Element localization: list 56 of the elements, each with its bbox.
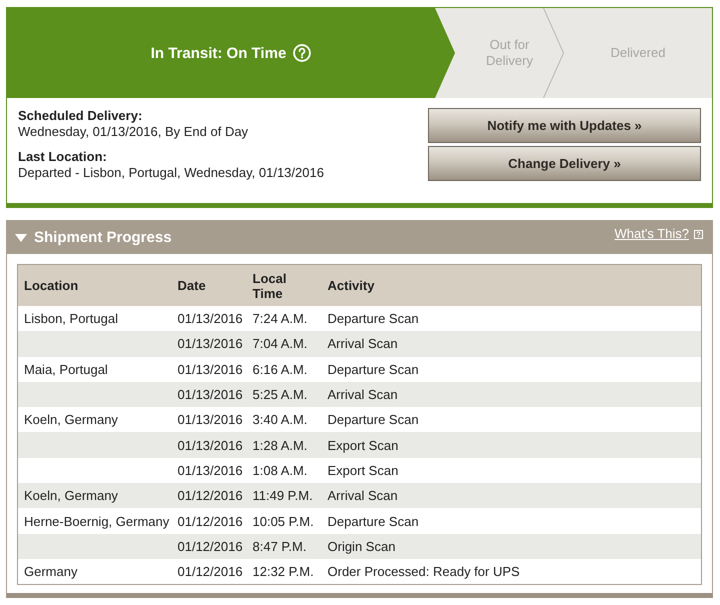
- action-button[interactable]: Notify me with Updates »: [428, 108, 701, 143]
- table-cell: Departure Scan: [322, 508, 702, 534]
- table-cell: 01/13/2016: [172, 407, 246, 432]
- table-cell: Departure Scan: [322, 407, 702, 432]
- table-cell: 01/13/2016: [172, 356, 246, 382]
- table-cell: 01/13/2016: [172, 458, 246, 484]
- table-cell: 1:08 A.M.: [246, 458, 322, 484]
- help-icon[interactable]: [694, 230, 703, 239]
- step-label: In Transit: On Time: [150, 44, 286, 62]
- table-cell: 7:24 A.M.: [246, 306, 322, 332]
- table-cell: Origin Scan: [322, 534, 702, 559]
- column-header: Location: [18, 264, 172, 306]
- table-cell: Departure Scan: [322, 306, 702, 332]
- step-label: Delivered: [610, 45, 666, 61]
- column-header: Local Time: [246, 264, 322, 306]
- table-cell: 6:16 A.M.: [246, 356, 322, 382]
- table-cell: Koeln, Germany: [18, 483, 172, 508]
- help-icon[interactable]: [293, 44, 312, 62]
- action-button[interactable]: Change Delivery »: [428, 146, 701, 181]
- table-cell: 12:32 P.M.: [246, 558, 322, 585]
- detail-value: Departed - Lisbon, Portugal, Wednesday, 01/13/2016: [18, 165, 324, 181]
- table-cell: 7:04 A.M.: [246, 331, 322, 357]
- table-cell: Departure Scan: [322, 356, 702, 382]
- column-header: Date: [172, 264, 246, 306]
- table-cell: Export Scan: [322, 458, 702, 484]
- panel-title: Shipment Progress: [34, 229, 172, 246]
- table-cell: 01/12/2016: [172, 534, 246, 559]
- table-cell: 3:40 A.M.: [246, 407, 322, 432]
- table-cell: 01/12/2016: [172, 483, 246, 508]
- table-cell: Arrival Scan: [322, 483, 702, 508]
- table-cell: Herne-Boernig, Germany: [18, 508, 172, 534]
- table-cell-text: 10:05 P.M.: [252, 512, 315, 531]
- table-cell: 01/13/2016: [172, 331, 246, 357]
- table-cell-text: 01/12/2016: [176, 512, 244, 531]
- table-cell: 01/13/2016: [172, 382, 246, 408]
- table-cell: 5:25 A.M.: [246, 382, 322, 408]
- table-cell: 11:49 P.M.: [246, 483, 322, 508]
- table-cell: Maia, Portugal: [18, 356, 172, 382]
- detail-label: Scheduled Delivery:: [18, 108, 144, 124]
- table-cell: Germany: [18, 558, 172, 585]
- detail-value: Wednesday, 01/13/2016, By End of Day: [18, 124, 250, 140]
- table-cell: Arrival Scan: [322, 331, 702, 357]
- table-cell: Order Processed: Ready for UPS: [322, 558, 702, 585]
- table-cell: 01/13/2016: [172, 306, 246, 332]
- table-cell: Export Scan: [322, 432, 702, 458]
- table-cell: Lisbon, Portugal: [18, 306, 172, 332]
- table-cell: 01/12/2016: [172, 558, 246, 585]
- table-cell: Koeln, Germany: [18, 407, 172, 432]
- step-label: Out for Delivery: [485, 37, 534, 69]
- table-cell: 8:47 P.M.: [246, 534, 322, 559]
- caret-icon[interactable]: [15, 234, 27, 242]
- table-cell: 1:28 A.M.: [246, 432, 322, 458]
- table-cell: Arrival Scan: [322, 382, 702, 408]
- column-header: Activity: [322, 264, 702, 306]
- detail-label: Last Location:: [18, 149, 108, 165]
- table-cell: 01/13/2016: [172, 432, 246, 458]
